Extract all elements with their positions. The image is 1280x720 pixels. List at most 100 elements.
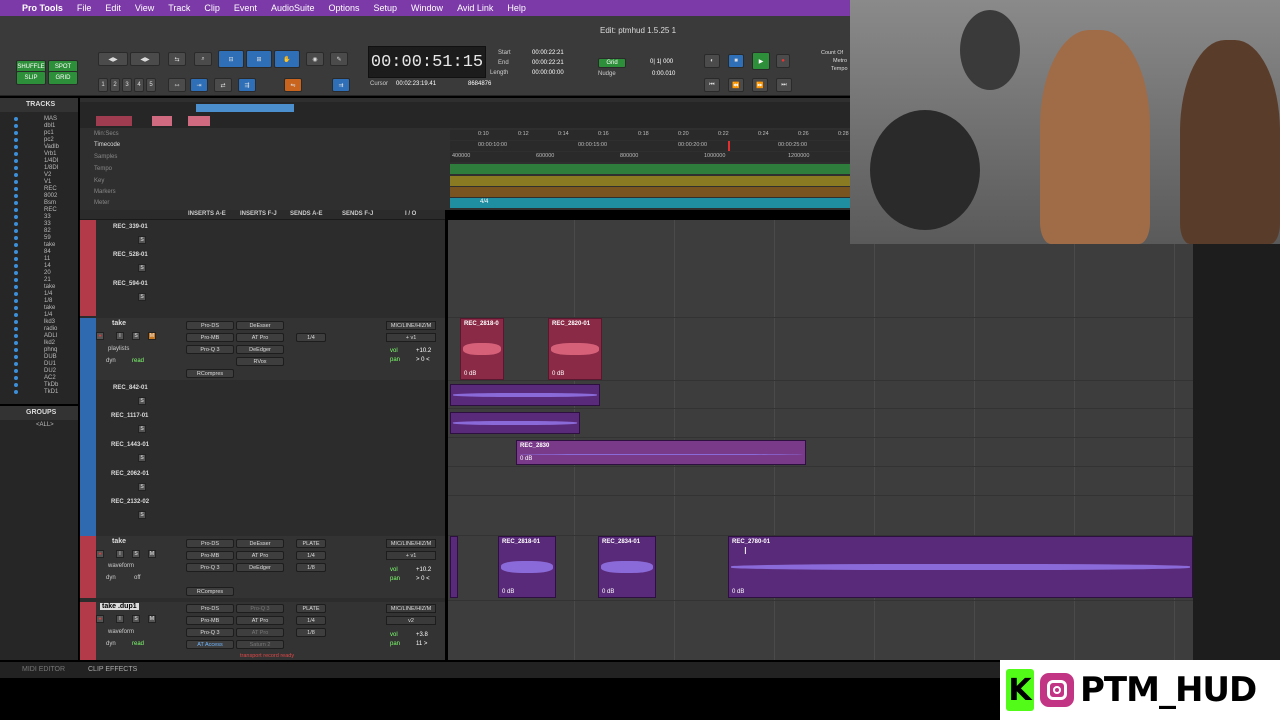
meter-value[interactable]: 4/4 <box>480 199 488 205</box>
zoom-preset-icon[interactable]: ⇆ <box>168 52 186 66</box>
track-visibility-icon[interactable] <box>14 208 18 212</box>
clip-gain[interactable]: 0 dB <box>602 589 614 595</box>
ruler-markers-label[interactable]: Markers <box>94 189 116 195</box>
track-visibility-icon[interactable] <box>14 292 18 296</box>
track-list-item[interactable]: Bsm <box>44 200 56 206</box>
track-visibility-icon[interactable] <box>14 243 18 247</box>
track-visibility-icon[interactable] <box>14 271 18 275</box>
track-visibility-icon[interactable] <box>14 362 18 366</box>
insert-slot[interactable]: DeEsser <box>236 539 284 548</box>
playlists-selector[interactable]: playlists <box>108 346 129 352</box>
clip-gain[interactable]: 0 dB <box>732 589 744 595</box>
insert-slot[interactable]: Pro-DS <box>186 321 234 330</box>
track-visibility-icon[interactable] <box>14 187 18 191</box>
track-visibility-icon[interactable] <box>14 299 18 303</box>
playlist-name[interactable]: REC_2132-02 <box>111 499 149 505</box>
track-visibility-icon[interactable] <box>14 145 18 149</box>
track-view-selector[interactable]: waveform <box>108 629 134 635</box>
volume-value[interactable]: +10.2 <box>416 348 431 354</box>
track-list-item[interactable]: DU1 <box>44 361 56 367</box>
track-visibility-icon[interactable] <box>14 173 18 177</box>
menu-options[interactable]: Options <box>328 3 359 13</box>
insert-slot[interactable]: Pro-MB <box>186 333 234 342</box>
solo-button[interactable]: S <box>132 615 140 623</box>
track-list-item[interactable]: phnq <box>44 347 57 353</box>
track-visibility-icon[interactable] <box>14 166 18 170</box>
insert-slot[interactable]: Pro-Q 3 <box>186 345 234 354</box>
track-visibility-icon[interactable] <box>14 320 18 324</box>
selector-tool-icon[interactable]: ⊞ <box>246 50 272 68</box>
pencil-tool-icon[interactable]: ✎ <box>330 52 348 66</box>
audio-clip[interactable]: REC_2820-01 0 dB <box>548 318 602 380</box>
playlist-solo-button[interactable]: S <box>138 293 146 301</box>
rewind-button[interactable]: ⏪ <box>728 78 744 92</box>
send-slot[interactable]: PLATE <box>296 539 326 548</box>
start-value[interactable]: 00:00:22:21 <box>532 50 564 56</box>
send-slot[interactable]: 1/4 <box>296 333 326 342</box>
output-selector[interactable]: + v1 <box>386 551 436 560</box>
track-visibility-icon[interactable] <box>14 341 18 345</box>
grid-button[interactable]: Grid <box>598 58 626 68</box>
track-list-item[interactable]: 21 <box>44 277 51 283</box>
groups-panel-title[interactable]: GROUPS <box>0 406 78 420</box>
track-visibility-icon[interactable] <box>14 215 18 219</box>
sends-ae-header[interactable]: SENDS A-E <box>290 211 322 217</box>
track-list-item[interactable]: 1/8DI <box>44 165 58 171</box>
track-list-item[interactable]: lkd3 <box>44 319 55 325</box>
track-list-item[interactable]: lkd2 <box>44 340 55 346</box>
metro-label[interactable]: Metro <box>833 58 847 64</box>
track-list-item[interactable]: 33 <box>44 214 51 220</box>
online-icon[interactable]: ◐ <box>704 54 720 68</box>
zoomer-tool-icon[interactable]: ⌕ <box>194 52 212 66</box>
output-selector[interactable]: v2 <box>386 616 436 625</box>
menu-setup[interactable]: Setup <box>374 3 398 13</box>
insertion-follows-icon[interactable]: ⇶ <box>238 78 256 92</box>
send-slot[interactable]: 1/8 <box>296 628 326 637</box>
solo-button[interactable]: S <box>132 550 140 558</box>
track-list-item[interactable]: REC <box>44 207 57 213</box>
group-all[interactable]: <ALL> <box>36 422 54 428</box>
insert-slot[interactable]: AT Pro <box>236 551 284 560</box>
track-visibility-icon[interactable] <box>14 348 18 352</box>
automation-mode-off[interactable]: off <box>134 575 141 581</box>
io-header[interactable]: I / O <box>405 211 416 217</box>
record-enable-button[interactable]: ● <box>96 615 104 623</box>
grabber-tool-icon[interactable]: ✋ <box>274 50 300 68</box>
inserts-ae-header[interactable]: INSERTS A-E <box>188 211 226 217</box>
menu-clip[interactable]: Clip <box>204 3 220 13</box>
sends-fj-header[interactable]: SENDS F-J <box>342 211 373 217</box>
track-list-item[interactable]: ADLI <box>44 333 57 339</box>
menu-event[interactable]: Event <box>234 3 257 13</box>
audio-clip[interactable]: REC_2818-01 0 dB <box>498 536 556 598</box>
record-button[interactable]: ● <box>776 54 790 68</box>
edit-timeline[interactable]: REC_2818-0 0 dB REC_2820-01 0 dB REC_283… <box>448 220 1193 660</box>
output-selector[interactable]: + v1 <box>386 333 436 342</box>
insert-slot[interactable]: Pro-DS <box>186 539 234 548</box>
tab-to-transient-icon[interactable]: ⇥ <box>190 78 208 92</box>
stop-button[interactable]: ■ <box>728 54 744 68</box>
ruler-minsecs-label[interactable]: Min:Secs <box>94 131 119 137</box>
menu-edit[interactable]: Edit <box>105 3 121 13</box>
input-monitor-button[interactable]: I <box>116 550 124 558</box>
track-visibility-icon[interactable] <box>14 390 18 394</box>
menu-audiosuite[interactable]: AudioSuite <box>271 3 315 13</box>
track-visibility-icon[interactable] <box>14 369 18 373</box>
track-visibility-icon[interactable] <box>14 264 18 268</box>
pan-value[interactable]: > 0 < <box>416 357 430 363</box>
track-visibility-icon[interactable] <box>14 152 18 156</box>
input-selector[interactable]: MIC/LINE/HIZ/M <box>386 321 436 330</box>
rewind-to-start-button[interactable]: ⏮ <box>704 78 720 92</box>
track-visibility-icon[interactable] <box>14 355 18 359</box>
playlist-solo-button[interactable]: S <box>138 483 146 491</box>
track-list-item[interactable]: 1/4 <box>44 291 52 297</box>
track-list-item[interactable]: take <box>44 284 55 290</box>
input-monitor-button[interactable]: I <box>116 615 124 623</box>
track-list-item[interactable]: REC <box>44 186 57 192</box>
input-selector[interactable]: MIC/LINE/HIZ/M <box>386 539 436 548</box>
insert-slot[interactable]: Saturn 2 <box>236 640 284 649</box>
meter-ruler[interactable] <box>450 198 850 208</box>
record-arm-icon[interactable]: ⇋ <box>284 78 302 92</box>
menu-pro-tools[interactable]: Pro Tools <box>22 3 63 13</box>
insert-slot[interactable]: RCompres <box>186 587 234 596</box>
clip-effects-tab[interactable]: CLIP EFFECTS <box>88 666 137 673</box>
